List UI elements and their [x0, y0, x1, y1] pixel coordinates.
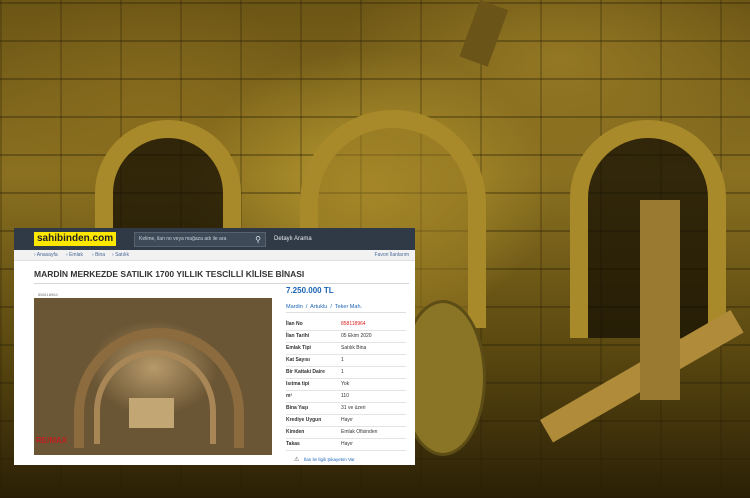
search-placeholder: Kelime, ilan no veya mağaza adı ile ara [139, 236, 227, 242]
detail-row: İlan No 858118964 [286, 319, 406, 331]
detail-row: Emlak Tipi Satılık Bina [286, 343, 406, 355]
detail-row: Takas Hayır [286, 439, 406, 451]
detail-row: İlan Tarihi 05 Ekim 2020 [286, 331, 406, 343]
warning-icon: ⚠ [294, 457, 300, 463]
favorites-link[interactable]: Favori İlanlarım [375, 250, 409, 260]
listing-price: 7.250.000 TL [286, 286, 334, 295]
location-breadcrumb: Mardin / Artuklu / Teker Mah. [286, 304, 363, 310]
detail-row: Krediye Uygun Hayır [286, 415, 406, 427]
location-district[interactable]: Artuklu [310, 304, 327, 310]
breadcrumb-item[interactable]: › Anasayfa [34, 250, 58, 260]
detail-row: Bir Kattaki Daire 1 [286, 367, 406, 379]
divider [34, 283, 409, 284]
breadcrumb-item[interactable]: › Satılık [112, 250, 129, 260]
detailed-search-link[interactable]: Detaylı Arama [274, 232, 312, 246]
listing-screenshot: sahibinden.com Kelime, ilan no veya mağa… [14, 228, 415, 465]
photo-id: 858118964 [38, 292, 58, 297]
search-input[interactable]: Kelime, ilan no veya mağaza adı ile ara … [134, 232, 266, 247]
divider [286, 312, 406, 313]
agency-watermark: RE/MAX [36, 436, 68, 445]
site-header: sahibinden.com Kelime, ilan no veya mağa… [14, 228, 415, 250]
detail-row: Kimden Emlak Ofisinden [286, 427, 406, 439]
detail-row: Isıtma tipi Yok [286, 379, 406, 391]
breadcrumb: › Anasayfa › Emlak › Bina › Satılık Favo… [14, 250, 415, 261]
detail-row: Bina Yaşı 31 ve üzeri [286, 403, 406, 415]
detail-row: m² 110 [286, 391, 406, 403]
location-city[interactable]: Mardin [286, 304, 303, 310]
listing-photo[interactable] [34, 298, 272, 455]
report-listing-link[interactable]: İlan ile İlgili Şikayetim Var [304, 457, 355, 462]
breadcrumb-item[interactable]: › Bina [92, 250, 105, 260]
site-logo[interactable]: sahibinden.com [34, 232, 117, 246]
wooden-beam [640, 200, 680, 400]
location-neighborhood[interactable]: Teker Mah. [335, 304, 362, 310]
detail-row: Kat Sayısı 1 [286, 355, 406, 367]
listing-title: MARDİN MERKEZDE SATILIK 1700 YILLIK TESC… [34, 269, 305, 279]
search-icon[interactable]: ⚲ [255, 234, 261, 245]
breadcrumb-item[interactable]: › Emlak [66, 250, 83, 260]
